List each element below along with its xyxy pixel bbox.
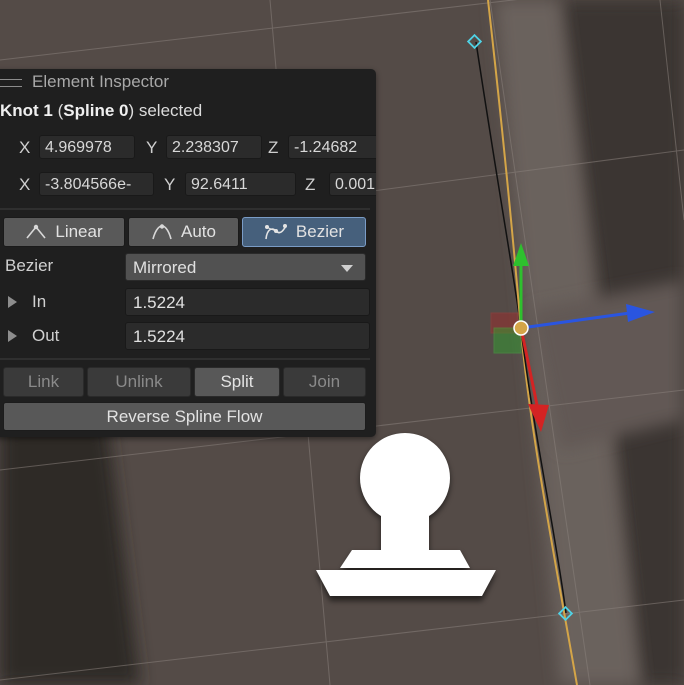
rotation-z-label: Z bbox=[305, 175, 316, 194]
in-foldout-arrow-icon[interactable] bbox=[8, 296, 17, 308]
auto-button[interactable]: Auto bbox=[128, 217, 239, 247]
position-y-field[interactable]: 2.238307 bbox=[166, 135, 262, 159]
bezier-button-label: Bezier bbox=[295, 222, 345, 241]
link-button[interactable]: Link bbox=[3, 367, 84, 397]
split-button[interactable]: Split bbox=[194, 367, 280, 397]
separator bbox=[0, 358, 370, 360]
rotation-y-label: Y bbox=[164, 175, 176, 194]
rotation-x-field[interactable]: -3.804566e- bbox=[39, 172, 154, 196]
position-z-field[interactable]: -1.24682 bbox=[288, 135, 376, 159]
linear-button-label: Linear bbox=[55, 222, 103, 241]
selection-label: Knot 1 (Spline 0) selected bbox=[0, 101, 202, 121]
panel-header[interactable]: Element Inspector bbox=[0, 69, 376, 95]
separator bbox=[0, 208, 370, 210]
panel-title: Element Inspector bbox=[32, 72, 170, 91]
join-button[interactable]: Join bbox=[283, 367, 366, 397]
drag-handle-icon[interactable] bbox=[0, 79, 22, 87]
rotation-row: X -3.804566e- Y 92.6411 Z 0.001 bbox=[0, 172, 376, 198]
position-x-label: X bbox=[19, 138, 31, 157]
bezier-mode-dropdown[interactable]: Mirrored bbox=[125, 253, 366, 281]
position-z-label: Z bbox=[268, 138, 279, 157]
rotation-x-label: X bbox=[19, 175, 31, 194]
bezier-mode-value: Mirrored bbox=[133, 258, 197, 277]
in-label: In bbox=[32, 292, 47, 311]
reverse-spline-flow-button[interactable]: Reverse Spline Flow bbox=[3, 402, 366, 431]
position-y-label: Y bbox=[146, 138, 158, 157]
out-foldout-arrow-icon[interactable] bbox=[8, 330, 17, 342]
chevron-down-icon bbox=[341, 265, 353, 272]
rotation-z-field[interactable]: 0.001 bbox=[329, 172, 376, 196]
position-x-field[interactable]: 4.969978 bbox=[39, 135, 135, 159]
selection-suffix: ) selected bbox=[128, 101, 203, 120]
position-row: X 4.969978 Y 2.238307 Z -1.24682 bbox=[0, 135, 376, 161]
linear-tangent-icon bbox=[26, 224, 46, 239]
selected-spline-name: Spline 0 bbox=[63, 101, 129, 120]
out-tangent-field[interactable]: 1.5224 bbox=[125, 322, 370, 350]
out-label: Out bbox=[32, 326, 60, 345]
selected-knot-name: Knot 1 bbox=[0, 101, 53, 120]
bezier-tangent-icon bbox=[264, 224, 287, 240]
in-tangent-field[interactable]: 1.5224 bbox=[125, 288, 370, 316]
selection-paren-open: ( bbox=[52, 101, 64, 120]
bezier-button[interactable]: Bezier bbox=[242, 217, 366, 247]
bezier-mode-label: Bezier bbox=[5, 256, 54, 275]
auto-tangent-icon bbox=[152, 224, 172, 240]
element-inspector-panel[interactable]: Element Inspector Knot 1 (Spline 0) sele… bbox=[0, 69, 376, 437]
auto-button-label: Auto bbox=[181, 222, 216, 241]
linear-button[interactable]: Linear bbox=[3, 217, 125, 247]
unlink-button[interactable]: Unlink bbox=[87, 367, 191, 397]
rotation-y-field[interactable]: 92.6411 bbox=[185, 172, 296, 196]
